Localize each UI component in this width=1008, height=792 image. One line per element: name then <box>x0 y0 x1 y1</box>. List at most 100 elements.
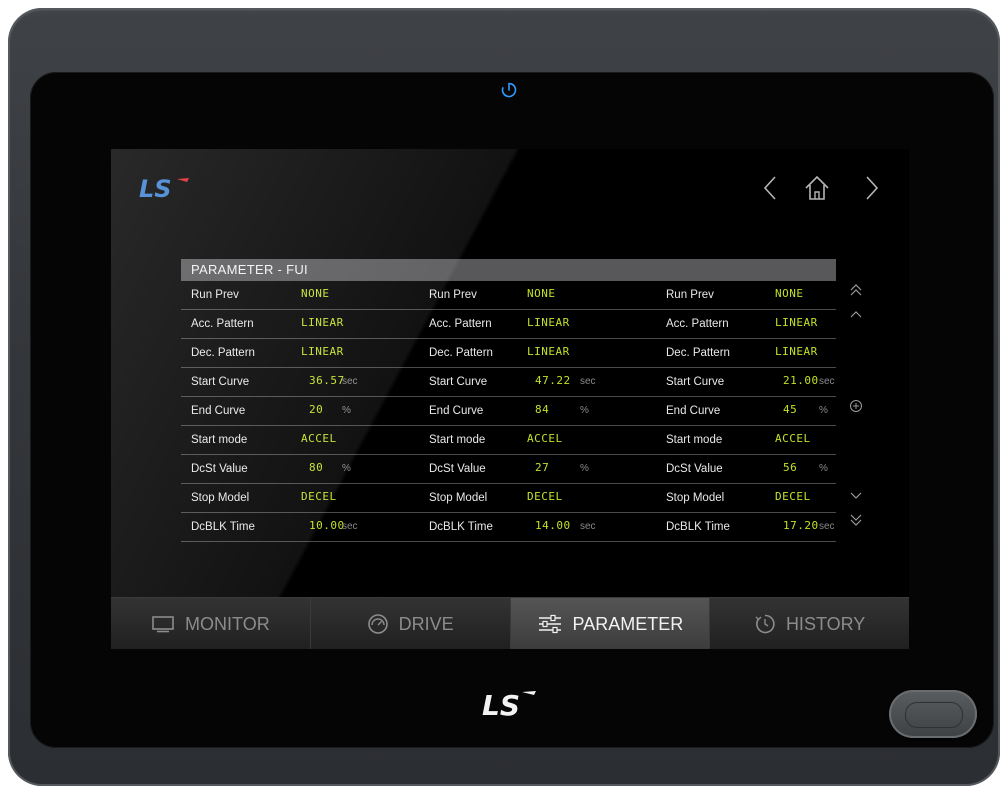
parameter-unit: % <box>580 463 589 474</box>
screen: LS PARAMETER - FUI Run Prev NONE Run Prev N… <box>111 149 909 649</box>
parameter-unit: % <box>342 463 351 474</box>
parameter-name: Start mode <box>666 434 723 446</box>
parameter-unit: sec <box>819 376 835 387</box>
parameter-value[interactable]: 45 <box>783 397 797 423</box>
parameter-unit: sec <box>342 521 358 532</box>
parameter-value[interactable]: ACCEL <box>301 426 337 452</box>
tab-monitor-label: MONITOR <box>185 613 270 634</box>
parameter-name: Start Curve <box>191 376 250 388</box>
tab-history[interactable]: HISTORY <box>710 598 909 649</box>
parameter-unit: % <box>580 405 589 416</box>
parameter-name: Dec. Pattern <box>191 347 255 359</box>
parameter-name: Run Prev <box>429 289 477 301</box>
ls-logo-bezel: LS <box>482 689 536 721</box>
tab-parameter[interactable]: PARAMETER <box>510 598 711 649</box>
tab-drive[interactable]: DRIVE <box>310 598 511 649</box>
parameter-unit: sec <box>580 521 596 532</box>
parameter-name: Start Curve <box>429 376 488 388</box>
parameter-value[interactable]: NONE <box>527 281 556 307</box>
parameter-name: Dec. Pattern <box>429 347 493 359</box>
parameter-name: DcBLK Time <box>666 521 730 533</box>
parameter-row: Stop Model DECEL Stop Model DECEL Stop Model… <box>181 484 836 513</box>
parameter-value[interactable]: 47.22 <box>535 368 571 394</box>
power-icon[interactable] <box>499 80 519 100</box>
parameter-name: Stop Model <box>666 492 725 504</box>
tab-parameter-label: PARAMETER <box>572 613 684 634</box>
parameter-name: End Curve <box>429 405 484 417</box>
home-key-indent <box>905 702 963 728</box>
parameter-value[interactable]: 17.20 <box>783 513 819 539</box>
parameter-unit: % <box>819 463 828 474</box>
parameter-value[interactable]: 14.00 <box>535 513 571 539</box>
forward-arrow-icon[interactable] <box>856 173 886 203</box>
page-down-icon[interactable] <box>849 513 863 527</box>
parameter-value[interactable]: DECEL <box>301 484 337 510</box>
parameter-value[interactable]: 80 <box>309 455 323 481</box>
parameter-value[interactable]: 27 <box>535 455 549 481</box>
parameter-grid: Run Prev NONE Run Prev NONE Run Prev NONE Acc.… <box>181 281 836 542</box>
parameter-name: Run Prev <box>191 289 239 301</box>
svg-text:LS: LS <box>482 689 520 721</box>
parameter-name: Stop Model <box>191 492 250 504</box>
parameter-name: Start mode <box>191 434 248 446</box>
scroll-up-icon[interactable] <box>849 307 863 321</box>
parameter-name: Start mode <box>429 434 486 446</box>
parameter-name: Acc. Pattern <box>666 318 729 330</box>
parameter-value[interactable]: LINEAR <box>527 310 570 336</box>
parameter-value[interactable]: ACCEL <box>527 426 563 452</box>
parameter-unit: sec <box>819 521 835 532</box>
parameter-value[interactable]: 10.00 <box>309 513 345 539</box>
parameter-value[interactable]: 36.57 <box>309 368 345 394</box>
parameter-value[interactable]: DECEL <box>527 484 563 510</box>
parameter-row: Run Prev NONE Run Prev NONE Run Prev NONE <box>181 281 836 310</box>
parameter-value[interactable]: 56 <box>783 455 797 481</box>
parameter-name: Acc. Pattern <box>429 318 492 330</box>
sliders-icon <box>538 614 561 634</box>
parameter-name: End Curve <box>191 405 246 417</box>
parameter-name: Stop Model <box>429 492 488 504</box>
parameter-value[interactable]: 84 <box>535 397 549 423</box>
parameter-unit: sec <box>342 376 358 387</box>
home-icon[interactable] <box>802 173 832 203</box>
tab-history-label: HISTORY <box>785 613 866 634</box>
parameter-name: DcBLK Time <box>429 521 493 533</box>
parameter-row: DcSt Value 80% DcSt Value 27% DcSt Value 56% <box>181 455 836 484</box>
hardware-home-key[interactable] <box>889 690 977 738</box>
tab-monitor[interactable]: MONITOR <box>111 598 311 649</box>
parameter-name: DcBLK Time <box>191 521 255 533</box>
parameter-name: DcSt Value <box>666 463 723 475</box>
parameter-value[interactable]: DECEL <box>775 484 811 510</box>
ls-logo-screen: LS <box>139 175 189 201</box>
parameter-name: Dec. Pattern <box>666 347 730 359</box>
parameter-value[interactable]: LINEAR <box>527 339 570 365</box>
parameter-value[interactable]: NONE <box>775 281 804 307</box>
parameter-value[interactable]: NONE <box>301 281 330 307</box>
svg-text:LS: LS <box>139 175 172 201</box>
back-arrow-icon[interactable] <box>756 173 786 203</box>
parameter-title: PARAMETER - FUI <box>181 259 836 281</box>
page-up-icon[interactable] <box>849 283 863 297</box>
tab-bar: MONITOR DRIVE PARAMETER HISTORY <box>111 597 909 649</box>
parameter-value[interactable]: LINEAR <box>775 339 818 365</box>
parameter-unit: % <box>342 405 351 416</box>
add-icon[interactable] <box>849 399 863 413</box>
parameter-unit: sec <box>580 376 596 387</box>
parameter-row: End Curve 20% End Curve 84% End Curve 45% <box>181 397 836 426</box>
scroll-down-icon[interactable] <box>849 489 863 503</box>
parameter-unit: % <box>819 405 828 416</box>
parameter-row: Start mode ACCEL Start mode ACCEL Start mode… <box>181 426 836 455</box>
parameter-value[interactable]: LINEAR <box>301 310 344 336</box>
parameter-value[interactable]: 20 <box>309 397 323 423</box>
tab-drive-label: DRIVE <box>398 613 454 634</box>
parameter-value[interactable]: ACCEL <box>775 426 811 452</box>
parameter-name: DcSt Value <box>429 463 486 475</box>
parameter-value[interactable]: 21.00 <box>783 368 819 394</box>
parameter-row: Acc. Pattern LINEAR Acc. Pattern LINEAR Acc.… <box>181 310 836 339</box>
parameter-name: End Curve <box>666 405 721 417</box>
parameter-value[interactable]: LINEAR <box>301 339 344 365</box>
gauge-icon <box>367 614 388 634</box>
monitor-icon <box>152 616 174 633</box>
parameter-row: DcBLK Time 10.00 sec DcBLK Time 14.00 sec DcBL… <box>181 513 836 542</box>
parameter-value[interactable]: LINEAR <box>775 310 818 336</box>
parameter-row: Dec. Pattern LINEAR Dec. Pattern LINEAR Dec.… <box>181 339 836 368</box>
